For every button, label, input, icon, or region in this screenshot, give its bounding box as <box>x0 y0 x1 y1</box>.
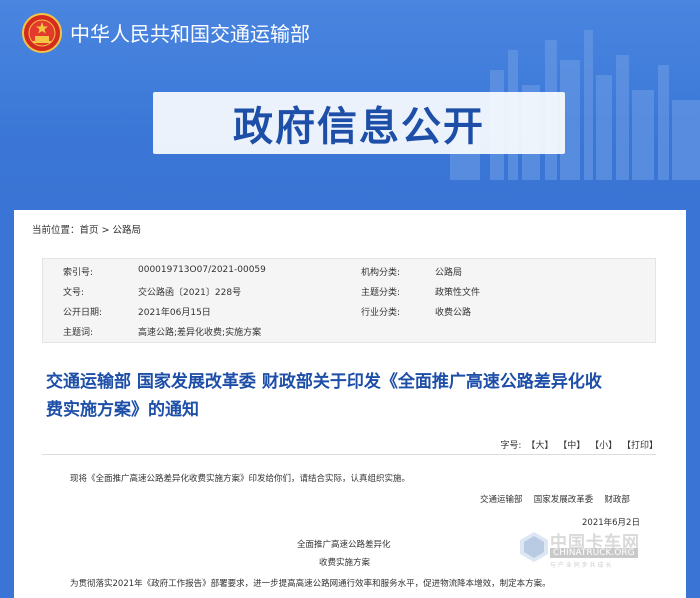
font-large-button[interactable]: 【大】 <box>526 441 553 451</box>
breadcrumb-current-link[interactable]: 公路局 <box>113 225 142 236</box>
breadcrumb-separator: > <box>98 225 113 236</box>
meta-value: 000019713O07/2021-00059 <box>138 265 266 275</box>
meta-value: 高速公路;差异化收费;实施方案 <box>138 328 262 338</box>
meta-value: 交公路函〔2021〕228号 <box>138 288 242 298</box>
national-emblem-icon <box>22 13 62 53</box>
font-size-controls: 字号: 【大】 【中】 【小】 【打印】 <box>500 438 658 451</box>
breadcrumb: 当前位置：首页 > 公路局 <box>32 222 141 236</box>
plan-title-line: 收费实施方案 <box>319 558 371 568</box>
article-paragraph: 为贯彻落实2021年《政府工作报告》部署要求，进一步提高高速公路网通行效率和服务… <box>70 579 551 589</box>
watermark-slogan: 与 产 业 同 步 共 成 长 <box>550 562 612 569</box>
meta-row: 文号: 交公路函〔2021〕228号 主题分类: 政策性文件 <box>43 281 655 301</box>
ministry-name[interactable]: 中华人民共和国交通运输部 <box>70 18 310 47</box>
meta-value: 政策性文件 <box>435 288 481 298</box>
article-title-line: 费实施方案》的通知 <box>46 400 199 420</box>
meta-value: 公路局 <box>435 268 463 278</box>
plan-title-line: 全面推广高速公路差异化 <box>297 540 391 550</box>
breadcrumb-home-link[interactable]: 首页 <box>80 225 99 236</box>
meta-row: 索引号: 000019713O07/2021-00059 机构分类: 公路局 <box>43 261 655 281</box>
article-title-line: 交通运输部 国家发展改革委 财政部关于印发《全面推广高速公路差异化收 <box>46 372 602 392</box>
watermark-en: CHINATRUCK.ORG <box>550 548 638 558</box>
article-paragraph: 现将《全面推广高速公路差异化收费实施方案》印发给你们，请结合实际，认真组织实施。 <box>70 474 411 484</box>
print-button[interactable]: 【打印】 <box>622 441 658 451</box>
signers-line: 交通运输部 国家发展改革委 财政部 <box>480 495 630 505</box>
font-medium-button[interactable]: 【中】 <box>558 441 585 451</box>
sign-date: 2021年6月2日 <box>582 518 640 528</box>
meta-label: 行业分类: <box>361 308 401 318</box>
document-metadata-table: 索引号: 000019713O07/2021-00059 机构分类: 公路局 文… <box>42 258 656 343</box>
header-banner: 中华人民共和国交通运输部 政府信息公开 <box>0 0 700 215</box>
content-panel: 当前位置：首页 > 公路局 索引号: 000019713O07/2021-000… <box>14 210 686 598</box>
meta-label: 公开日期: <box>63 308 103 318</box>
truck-logo-icon <box>520 532 548 562</box>
meta-row: 主题词: 高速公路;差异化收费;实施方案 <box>43 321 655 341</box>
font-small-button[interactable]: 【小】 <box>590 441 617 451</box>
meta-label: 主题词: <box>63 328 94 338</box>
meta-value: 2021年06月15日 <box>138 308 211 318</box>
meta-label: 索引号: <box>63 268 94 278</box>
divider <box>42 454 656 455</box>
site-watermark: 中国卡车网 CHINATRUCK.ORG 与 产 业 同 步 共 成 长 <box>520 528 660 570</box>
section-title-box: 政府信息公开 <box>153 92 565 154</box>
article-title: 交通运输部 国家发展改革委 财政部关于印发《全面推广高速公路差异化收 费实施方案… <box>46 368 656 424</box>
section-title: 政府信息公开 <box>233 104 485 150</box>
font-size-label: 字号: <box>500 441 522 451</box>
breadcrumb-prefix: 当前位置： <box>32 225 80 236</box>
meta-value: 收费公路 <box>435 308 472 318</box>
meta-label: 机构分类: <box>361 268 401 278</box>
meta-label: 文号: <box>63 288 85 298</box>
meta-row: 公开日期: 2021年06月15日 行业分类: 收费公路 <box>43 301 655 321</box>
meta-label: 主题分类: <box>361 288 401 298</box>
